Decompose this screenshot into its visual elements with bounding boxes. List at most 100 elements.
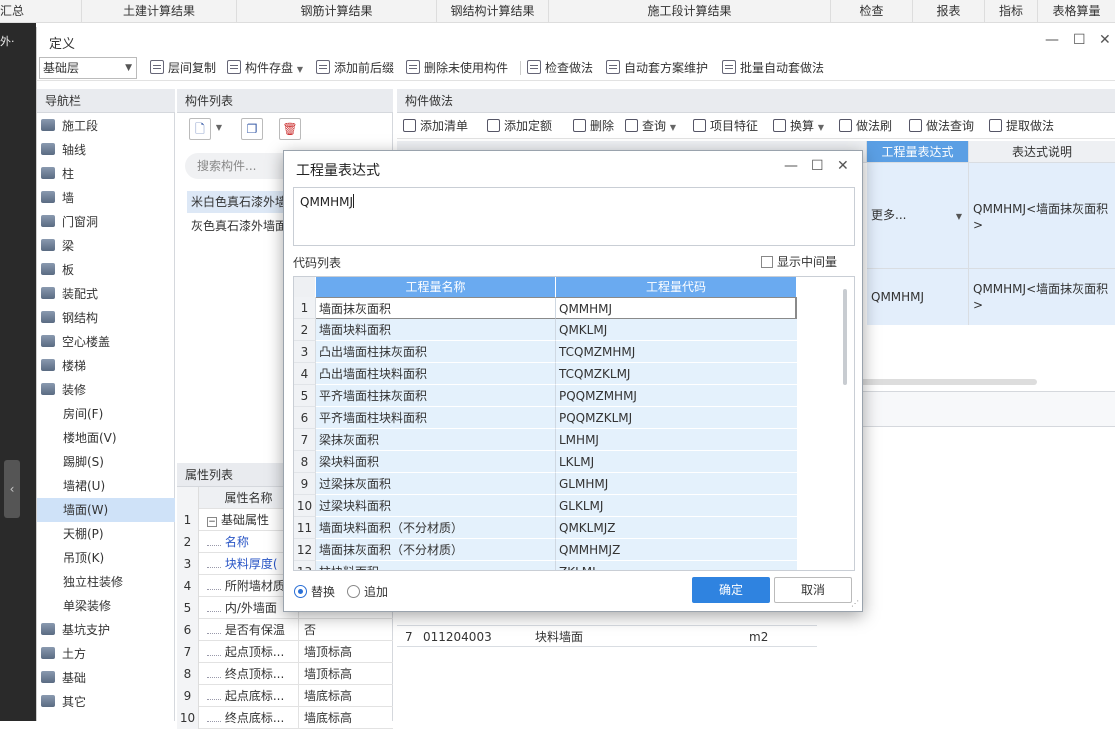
check-method-button[interactable]: 检查做法 — [527, 58, 593, 78]
delete-unused-icon — [406, 60, 420, 74]
save-component-button[interactable]: 构件存盘 ▼ — [227, 58, 303, 78]
property-value[interactable]: 墙顶标高 — [299, 663, 393, 685]
tab-steel-results[interactable]: 钢结构计算结果 — [437, 0, 549, 23]
sidebar-item[interactable]: 梁 — [37, 234, 175, 258]
tab-section-results[interactable]: 施工段计算结果 — [549, 0, 831, 23]
sidebar-item[interactable]: 基础 — [37, 666, 175, 690]
scrollbar-thumb[interactable] — [843, 289, 847, 385]
tab-indicator[interactable]: 指标 — [985, 0, 1038, 23]
sidebar-item[interactable]: 墙裙(U) — [37, 474, 175, 498]
code-table-row[interactable]: 6 平齐墙面柱块料面积 PQQMZKLMJ — [294, 407, 797, 429]
method-toolbar-button[interactable]: 做法查询 — [909, 117, 974, 135]
sidebar-item[interactable]: 门窗洞 — [37, 210, 175, 234]
code-table-row[interactable]: 13柱块料面积ZKLMJ — [294, 561, 797, 570]
tab-civil-results[interactable]: 土建计算结果 — [82, 0, 237, 23]
collapse-icon[interactable]: − — [207, 517, 217, 527]
property-value[interactable]: 墙顶标高 — [299, 641, 393, 663]
tab-rebar-results[interactable]: 钢筋计算结果 — [237, 0, 437, 23]
code-table-row[interactable]: 2 墙面块料面积 QMKLMJ — [294, 319, 797, 341]
resize-grip-icon[interactable]: ⋰ — [851, 599, 859, 608]
maximize-icon[interactable]: ☐ — [811, 158, 824, 174]
code-table-row[interactable]: 8 梁块料面积 LKLMJ — [294, 451, 797, 473]
minimize-icon[interactable]: — — [1045, 32, 1059, 48]
sidebar-item[interactable]: 房间(F) — [37, 402, 175, 426]
delete-unused-button[interactable]: 删除未使用构件 — [406, 58, 508, 78]
property-value[interactable]: 墙底标高 — [299, 685, 393, 707]
property-row[interactable]: 6 是否有保温否 — [177, 619, 393, 641]
tab-summary[interactable]: 汇总 — [0, 0, 82, 23]
copy-component-button[interactable]: ❐ — [241, 118, 263, 140]
copy-floor-button[interactable]: 层间复制 — [150, 58, 216, 78]
method-toolbar-button[interactable]: 做法刷 — [839, 117, 892, 135]
sidebar-item[interactable]: 墙 — [37, 186, 175, 210]
sidebar-item[interactable]: 柱 — [37, 162, 175, 186]
ok-button[interactable]: 确定 — [692, 577, 770, 603]
sidebar-item[interactable]: 基坑支护 — [37, 618, 175, 642]
code-table-row[interactable]: 7 梁抹灰面积 LMHMJ — [294, 429, 797, 451]
code-table-row[interactable]: 3 凸出墙面柱抹灰面积 TCQMZMHMJ — [294, 341, 797, 363]
tab-check[interactable]: 检查 — [831, 0, 913, 23]
code-table-row[interactable]: 10 过梁块料面积 GLKLMJ — [294, 495, 797, 517]
property-row[interactable]: 8 终点顶标... 墙顶标高 — [177, 663, 393, 685]
method-toolbar-button[interactable]: 删除 — [573, 117, 614, 135]
sidebar-item[interactable]: 轴线 — [37, 138, 175, 162]
code-table-row[interactable]: 5 平齐墙面柱抹灰面积 PQQMZMHMJ — [294, 385, 797, 407]
sidebar-item[interactable]: 板 — [37, 258, 175, 282]
sidebar-item[interactable]: 其它 — [37, 690, 175, 714]
append-radio[interactable]: 追加 — [347, 583, 388, 600]
code-table-row[interactable]: 1 墙面抹灰面积 QMMHMJ — [294, 297, 797, 319]
sidebar-item[interactable]: 楼梯 — [37, 354, 175, 378]
property-row[interactable]: 9 起点底标... 墙底标高 — [177, 685, 393, 707]
new-dropdown-icon[interactable]: ▼ — [213, 118, 225, 140]
cancel-button[interactable]: 取消 — [774, 577, 852, 603]
method-toolbar-button[interactable]: 换算 ▼ — [773, 117, 824, 135]
sidebar-item[interactable]: 吊顶(K) — [37, 546, 175, 570]
replace-radio[interactable]: 替换 — [294, 583, 335, 600]
show-intermediate-checkbox[interactable]: 显示中间量 — [761, 253, 837, 270]
expression-cell[interactable]: 更多... ▼ — [867, 163, 969, 269]
sidebar-item[interactable]: 装配式 — [37, 282, 175, 306]
method-toolbar-button[interactable]: 提取做法 — [989, 117, 1054, 135]
property-value[interactable]: 墙底标高 — [299, 707, 393, 729]
code-table-row[interactable]: 4 凸出墙面柱块料面积 TCQMZKLMJ — [294, 363, 797, 385]
property-row[interactable]: 7 起点顶标... 墙顶标高 — [177, 641, 393, 663]
method-toolbar-button[interactable]: 查询 ▼ — [625, 117, 676, 135]
code-table-scrollbar[interactable] — [840, 285, 852, 565]
sidebar-item[interactable]: 墙面(W) — [37, 498, 175, 522]
method-toolbar-button[interactable]: 添加清单 — [403, 117, 468, 135]
code-table-row[interactable]: 9 过梁抹灰面积 GLMHMJ — [294, 473, 797, 495]
property-num-header — [177, 487, 199, 509]
sidebar-item[interactable]: 楼地面(V) — [37, 426, 175, 450]
batch-auto-button[interactable]: 批量自动套做法 — [722, 58, 824, 78]
sidebar-item[interactable]: 天棚(P) — [37, 522, 175, 546]
new-component-button[interactable]: 🗋 — [189, 118, 211, 140]
collapse-left-button[interactable]: ‹ — [4, 460, 20, 518]
method-toolbar-button[interactable]: 项目特征 — [693, 117, 758, 135]
sidebar-item[interactable]: 独立柱装修 — [37, 570, 175, 594]
sidebar-item[interactable]: 空心楼盖 — [37, 330, 175, 354]
sidebar-item[interactable]: 踢脚(S) — [37, 450, 175, 474]
expression-input[interactable]: QMMHMJ — [293, 187, 855, 246]
tab-report[interactable]: 报表 — [913, 0, 985, 23]
sidebar-item[interactable]: 土方 — [37, 642, 175, 666]
sidebar-item[interactable]: 装修 — [37, 378, 175, 402]
property-row[interactable]: 10 终点底标... 墙底标高 — [177, 707, 393, 729]
sidebar-item-label: 钢结构 — [62, 311, 99, 325]
code-table-row[interactable]: 11 墙面块料面积（不分材质） QMKLMJZ — [294, 517, 797, 539]
sidebar-item[interactable]: 施工段 — [37, 114, 175, 138]
close-icon[interactable]: ✕ — [1099, 32, 1111, 48]
method-toolbar-button[interactable]: 添加定额 — [487, 117, 552, 135]
auto-scheme-button[interactable]: 自动套方案维护 — [606, 58, 708, 78]
expression-cell[interactable]: QMMHMJ — [867, 269, 969, 325]
delete-component-button[interactable]: 🗑 — [279, 118, 301, 140]
layer-select[interactable]: 基础层 ▼ — [39, 57, 137, 79]
maximize-icon[interactable]: ☐ — [1073, 32, 1086, 48]
sidebar-item[interactable]: 单梁装修 — [37, 594, 175, 618]
tab-table-quantity[interactable]: 表格算量 — [1038, 0, 1115, 23]
sidebar-item[interactable]: 钢结构 — [37, 306, 175, 330]
minimize-icon[interactable]: — — [784, 158, 798, 174]
code-table-row[interactable]: 12 墙面抹灰面积（不分材质） QMMHMJZ — [294, 539, 797, 561]
property-value[interactable]: 否 — [299, 619, 393, 641]
close-icon[interactable]: ✕ — [837, 158, 849, 174]
add-prefix-button[interactable]: 添加前后缀 — [316, 58, 394, 78]
